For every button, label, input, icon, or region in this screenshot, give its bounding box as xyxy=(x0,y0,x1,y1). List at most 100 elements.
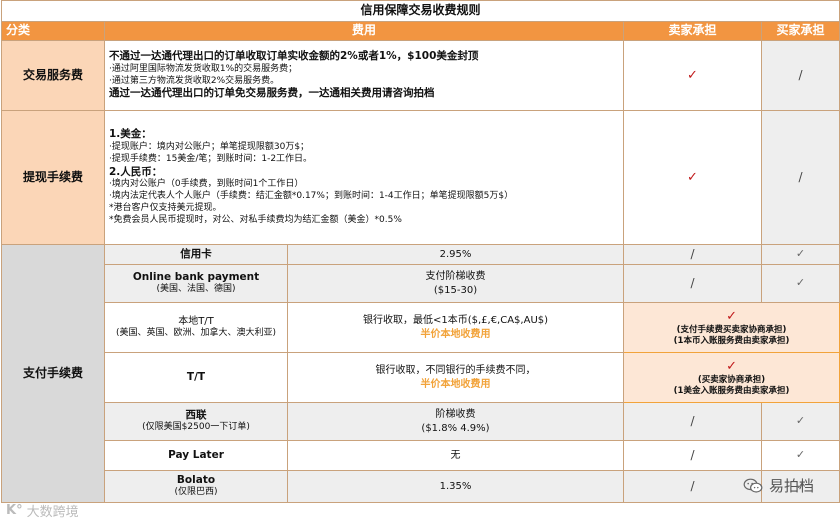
payment-fee-cell: 银行收取，最低<1本币($,£,€,CA$,AU$) 半价本地收费用 xyxy=(287,302,624,353)
payment-method-cell: Online bank payment (美国、法国、德国) xyxy=(104,264,288,303)
withdraw-fee-seller: ✓ xyxy=(623,110,762,245)
payment-fee-note: 半价本地收费用 xyxy=(420,378,491,390)
payment-row-pay-later: Pay Later 无 / ✓ xyxy=(2,440,840,471)
header-fee: 费用 xyxy=(104,21,624,41)
withdraw-rmb-title: 2.人民币： xyxy=(109,165,163,178)
payment-method-sub: (美国、法国、德国) xyxy=(156,284,236,295)
payment-buyer: ✓ xyxy=(760,402,840,441)
trade-fee-line1: 不通过一达通代理出口的订单收取订单实收金额的2%或者1%，$100美金封顶 xyxy=(109,49,479,62)
payment-seller: / xyxy=(623,402,762,441)
payment-row-boleto: Bolato (仅限巴西) 1.35% / ✓ xyxy=(2,470,840,503)
payment-fee-cell: 阶梯收费 ($1.8% 4.9%) xyxy=(287,402,624,441)
payment-method-name: Bolato xyxy=(176,473,216,486)
payment-shared-note: ✓ (支付手续费买卖家协商承担) (1本币入账服务费由卖家承担) xyxy=(622,302,840,353)
check-icon: ✓ xyxy=(687,169,698,185)
payment-buyer: ✓ xyxy=(760,264,840,303)
table-title: 信用保障交易收费规则 xyxy=(0,0,840,22)
check-icon: ✓ xyxy=(795,247,806,261)
withdraw-rmb-line4: *免费会员人民币提现时，对公、对私手续费均为结汇金额（美金）*0.5% xyxy=(109,215,402,226)
payment-method-sub: (仅限巴西) xyxy=(174,487,218,498)
payment-method-name: Pay Later xyxy=(104,440,288,471)
payment-fee-note: 半价本地收费用 xyxy=(420,328,491,340)
header-row: 分类 费用 卖家承担 买家承担 xyxy=(1,21,840,41)
payment-method-fee: 支付阶梯收费 xyxy=(425,271,486,283)
withdraw-fee-buyer: / xyxy=(760,110,840,245)
withdraw-rmb-line2: ·境内法定代表人个人账户（手续费：结汇金额*0.17%；到账时间：1-4工作日；… xyxy=(109,191,514,202)
watermark-left-text: 大数跨境 xyxy=(26,505,79,520)
check-icon: ✓ xyxy=(726,309,737,325)
slash-icon: / xyxy=(690,478,695,493)
watermark-right: 易拍档 xyxy=(743,475,814,496)
watermark-left: K° 大数跨境 xyxy=(6,501,79,520)
slash-icon: / xyxy=(798,169,803,184)
payment-row-western-union: 西联 (仅限美国$2500一下订单) 阶梯收费 ($1.8% 4.9%) / ✓ xyxy=(2,402,840,441)
payment-method-fee: 阶梯收费 xyxy=(435,409,476,421)
payment-method-fee: 2.95% xyxy=(287,244,624,265)
trade-fee-line3: ·通过第三方物流发货收取2%交易服务费。 xyxy=(109,75,280,86)
payment-row-card: 支付手续费 信用卡 2.95% / ✓ xyxy=(1,244,840,503)
payment-row-online-bank: Online bank payment (美国、法国、德国) 支付阶梯收费 ($… xyxy=(2,264,840,303)
payment-method-sub: (仅限美国$2500一下订单) xyxy=(142,422,250,433)
payment-buyer: ✓ xyxy=(760,244,840,265)
payment-method-cell: Bolato (仅限巴西) xyxy=(104,470,288,503)
check-icon: ✓ xyxy=(795,448,806,462)
trade-fee-line4: 通过一达通代理出口的订单免交易服务费，一达通相关费用请咨询拍档 xyxy=(109,87,435,100)
payment-seller: / xyxy=(623,244,762,265)
check-icon: ✓ xyxy=(795,414,806,428)
check-icon: ✓ xyxy=(795,276,806,290)
payment-note-line2: (1本币入账服务费由卖家承担) xyxy=(673,336,790,347)
payment-method-name: Online bank payment xyxy=(132,270,260,283)
slash-icon: / xyxy=(690,275,695,290)
payment-fee-category: 支付手续费 xyxy=(1,244,105,503)
withdraw-fee-row: 提现手续费 1.美金： ·提现账户：境内对公账户；单笔提现限额30万$； ·提现… xyxy=(1,110,840,245)
slash-icon: / xyxy=(690,246,695,261)
withdraw-rmb-line1: ·境内对公账户（0手续费，到账时间1个工作日） xyxy=(109,179,304,190)
slash-icon: / xyxy=(798,67,803,82)
fee-rules-table: 信用保障交易收费规则 分类 费用 卖家承担 买家承担 交易服务费 不通过一达通代… xyxy=(0,0,840,503)
payment-fee-cell: 支付阶梯收费 ($15-30) xyxy=(287,264,624,303)
watermark-right-text: 易拍档 xyxy=(768,477,814,495)
payment-method-fee: 银行收取，不同银行的手续费不同， xyxy=(375,365,536,377)
payment-row-tt: T/T 银行收取，不同银行的手续费不同， 半价本地收费用 ✓ (买卖家协商承担)… xyxy=(2,352,840,403)
payment-method-cell: 本地T/T (美国、英国、欧洲、加拿大、澳大利亚) xyxy=(104,302,288,353)
payment-note-line1: (买卖家协商承担) xyxy=(697,375,766,386)
payment-note-line1: (支付手续费买卖家协商承担) xyxy=(676,325,787,336)
payment-method-name: 西联 xyxy=(185,408,207,421)
payment-method-sub: (美国、英国、欧洲、加拿大、澳大利亚) xyxy=(115,328,277,339)
wechat-icon xyxy=(743,478,763,493)
payment-method-name: T/T xyxy=(104,352,288,403)
withdraw-fee-category: 提现手续费 xyxy=(1,110,105,245)
payment-seller: / xyxy=(623,470,762,503)
check-icon: ✓ xyxy=(687,67,698,83)
trade-fee-seller: ✓ xyxy=(623,40,762,111)
withdraw-usd-line1: ·提现账户：境内对公账户；单笔提现限额30万$； xyxy=(109,141,310,152)
payment-method-cell: 西联 (仅限美国$2500一下订单) xyxy=(104,402,288,441)
payment-shared-note: ✓ (买卖家协商承担) (1美金入账服务费由卖家承担) xyxy=(622,352,840,403)
payment-method-fee2: ($15-30) xyxy=(433,284,478,296)
payment-method-fee: 无 xyxy=(287,440,624,471)
header-category: 分类 xyxy=(1,21,105,41)
slash-icon: / xyxy=(690,413,695,428)
withdraw-usd-title: 1.美金： xyxy=(109,128,152,141)
payment-buyer: ✓ xyxy=(760,440,840,471)
payment-method-fee: 银行收取，最低<1本币($,£,€,CA$,AU$) xyxy=(362,315,549,327)
payment-method-name: 本地T/T xyxy=(178,315,214,327)
withdraw-rmb-line3: *港台客户仅支持美元提现。 xyxy=(109,203,222,214)
withdraw-fee-detail: 1.美金： ·提现账户：境内对公账户；单笔提现限额30万$； ·提现手续费：15… xyxy=(104,110,624,245)
trade-fee-detail: 不通过一达通代理出口的订单收取订单实收金额的2%或者1%，$100美金封顶 ·通… xyxy=(104,40,624,111)
check-icon: ✓ xyxy=(726,359,737,375)
trade-fee-row: 交易服务费 不通过一达通代理出口的订单收取订单实收金额的2%或者1%，$100美… xyxy=(1,40,840,111)
payment-method-fee2: ($1.8% 4.9%) xyxy=(421,422,490,434)
withdraw-usd-line2: ·提现手续费：15美金/笔；到账时间：1-2工作日。 xyxy=(109,153,313,164)
payment-seller: / xyxy=(623,264,762,303)
brand-logo-icon: K° xyxy=(6,503,23,518)
trade-fee-buyer: / xyxy=(760,40,840,111)
trade-fee-category: 交易服务费 xyxy=(1,40,105,111)
trade-fee-line2: ·通过阿里国际物流发货收取1%的交易服务费； xyxy=(109,63,298,74)
payment-row-local-tt: 本地T/T (美国、英国、欧洲、加拿大、澳大利亚) 银行收取，最低<1本币($,… xyxy=(2,302,840,353)
header-buyer: 买家承担 xyxy=(760,21,840,41)
payment-method-fee: 1.35% xyxy=(287,470,624,503)
payment-fee-cell: 银行收取，不同银行的手续费不同， 半价本地收费用 xyxy=(287,352,624,403)
slash-icon: / xyxy=(690,447,695,462)
header-seller: 卖家承担 xyxy=(623,21,762,41)
